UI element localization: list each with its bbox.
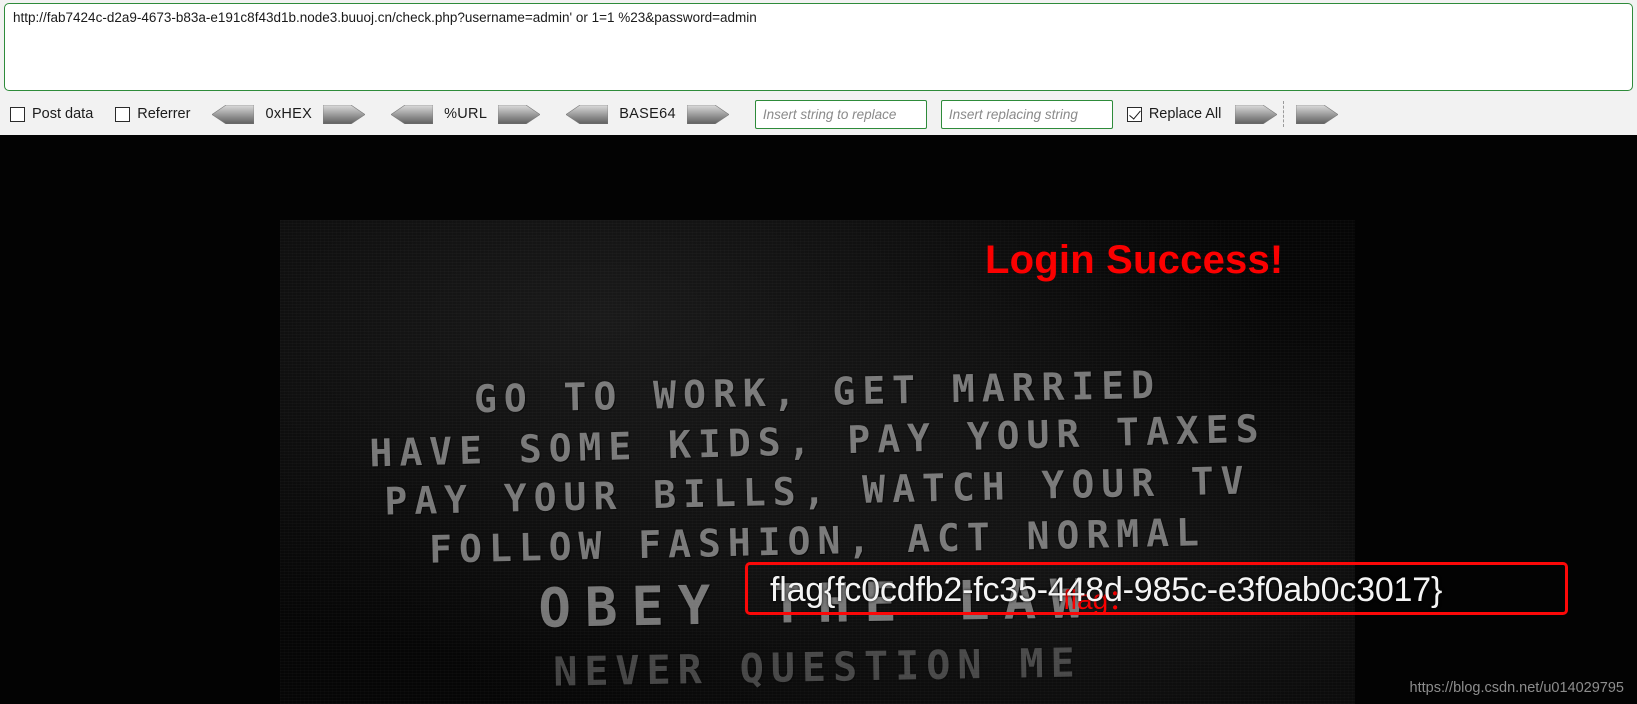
graffiti-line: NEVER QUESTION ME <box>552 640 1083 696</box>
hackbar-toolbar: Post data Referrer 0xHEX %URL BASE64 Ins… <box>0 96 1637 132</box>
login-success-message: Login Success! <box>985 238 1284 282</box>
url-text-value: http://fab7424c-d2a9-4673-b83a-e191c8f43… <box>13 10 757 25</box>
replace-all-checkbox-group[interactable]: Replace All <box>1126 106 1222 122</box>
codec-hex: 0xHEX <box>212 104 366 124</box>
codec-url-label: %URL <box>444 106 488 122</box>
decode-left-arrow-icon[interactable] <box>212 104 255 124</box>
toolbar-divider <box>1283 101 1285 127</box>
referrer-checkbox-group[interactable]: Referrer <box>115 106 190 122</box>
app-root: http://fab7424c-d2a9-4673-b83a-e191c8f43… <box>0 0 1637 704</box>
referrer-label: Referrer <box>137 106 191 122</box>
browser-content: GO TO WORK, GET MARRIED HAVE SOME KIDS, … <box>0 135 1637 704</box>
replace-with-placeholder: Insert replacing string <box>948 106 1078 122</box>
url-textarea[interactable]: http://fab7424c-d2a9-4673-b83a-e191c8f43… <box>4 3 1633 91</box>
replace-all-label: Replace All <box>1148 106 1222 122</box>
encode-right-arrow-icon[interactable] <box>686 104 729 124</box>
encode-right-arrow-icon[interactable] <box>498 104 541 124</box>
watermark: https://blog.csdn.net/u014029795 <box>1409 680 1624 696</box>
replace-search-placeholder: Insert string to replace <box>762 106 897 122</box>
graffiti-background-image: GO TO WORK, GET MARRIED HAVE SOME KIDS, … <box>280 220 1355 704</box>
codec-base64-label: BASE64 <box>619 106 676 122</box>
decode-left-arrow-icon[interactable] <box>391 104 434 124</box>
hackbar-panel: http://fab7424c-d2a9-4673-b83a-e191c8f43… <box>0 0 1637 135</box>
replace-apply-arrow-icon[interactable] <box>1235 104 1278 124</box>
post-data-label: Post data <box>32 106 94 122</box>
execute-arrow-icon[interactable] <box>1296 104 1339 124</box>
flag-value: flag{fc0cdfb2-fc35-448d-985c-e3f0ab0c301… <box>770 571 1443 609</box>
post-data-checkbox-group[interactable]: Post data <box>10 106 93 122</box>
codec-hex-label: 0xHEX <box>265 106 313 122</box>
post-data-checkbox[interactable] <box>10 106 25 122</box>
codec-base64: BASE64 <box>566 104 729 124</box>
codec-url: %URL <box>391 104 541 124</box>
replace-all-checkbox[interactable] <box>1126 106 1142 122</box>
replace-search-input[interactable]: Insert string to replace <box>754 99 927 129</box>
encode-right-arrow-icon[interactable] <box>323 104 366 124</box>
replace-with-input[interactable]: Insert replacing string <box>940 99 1113 129</box>
decode-left-arrow-icon[interactable] <box>566 104 609 124</box>
referrer-checkbox[interactable] <box>115 106 131 122</box>
